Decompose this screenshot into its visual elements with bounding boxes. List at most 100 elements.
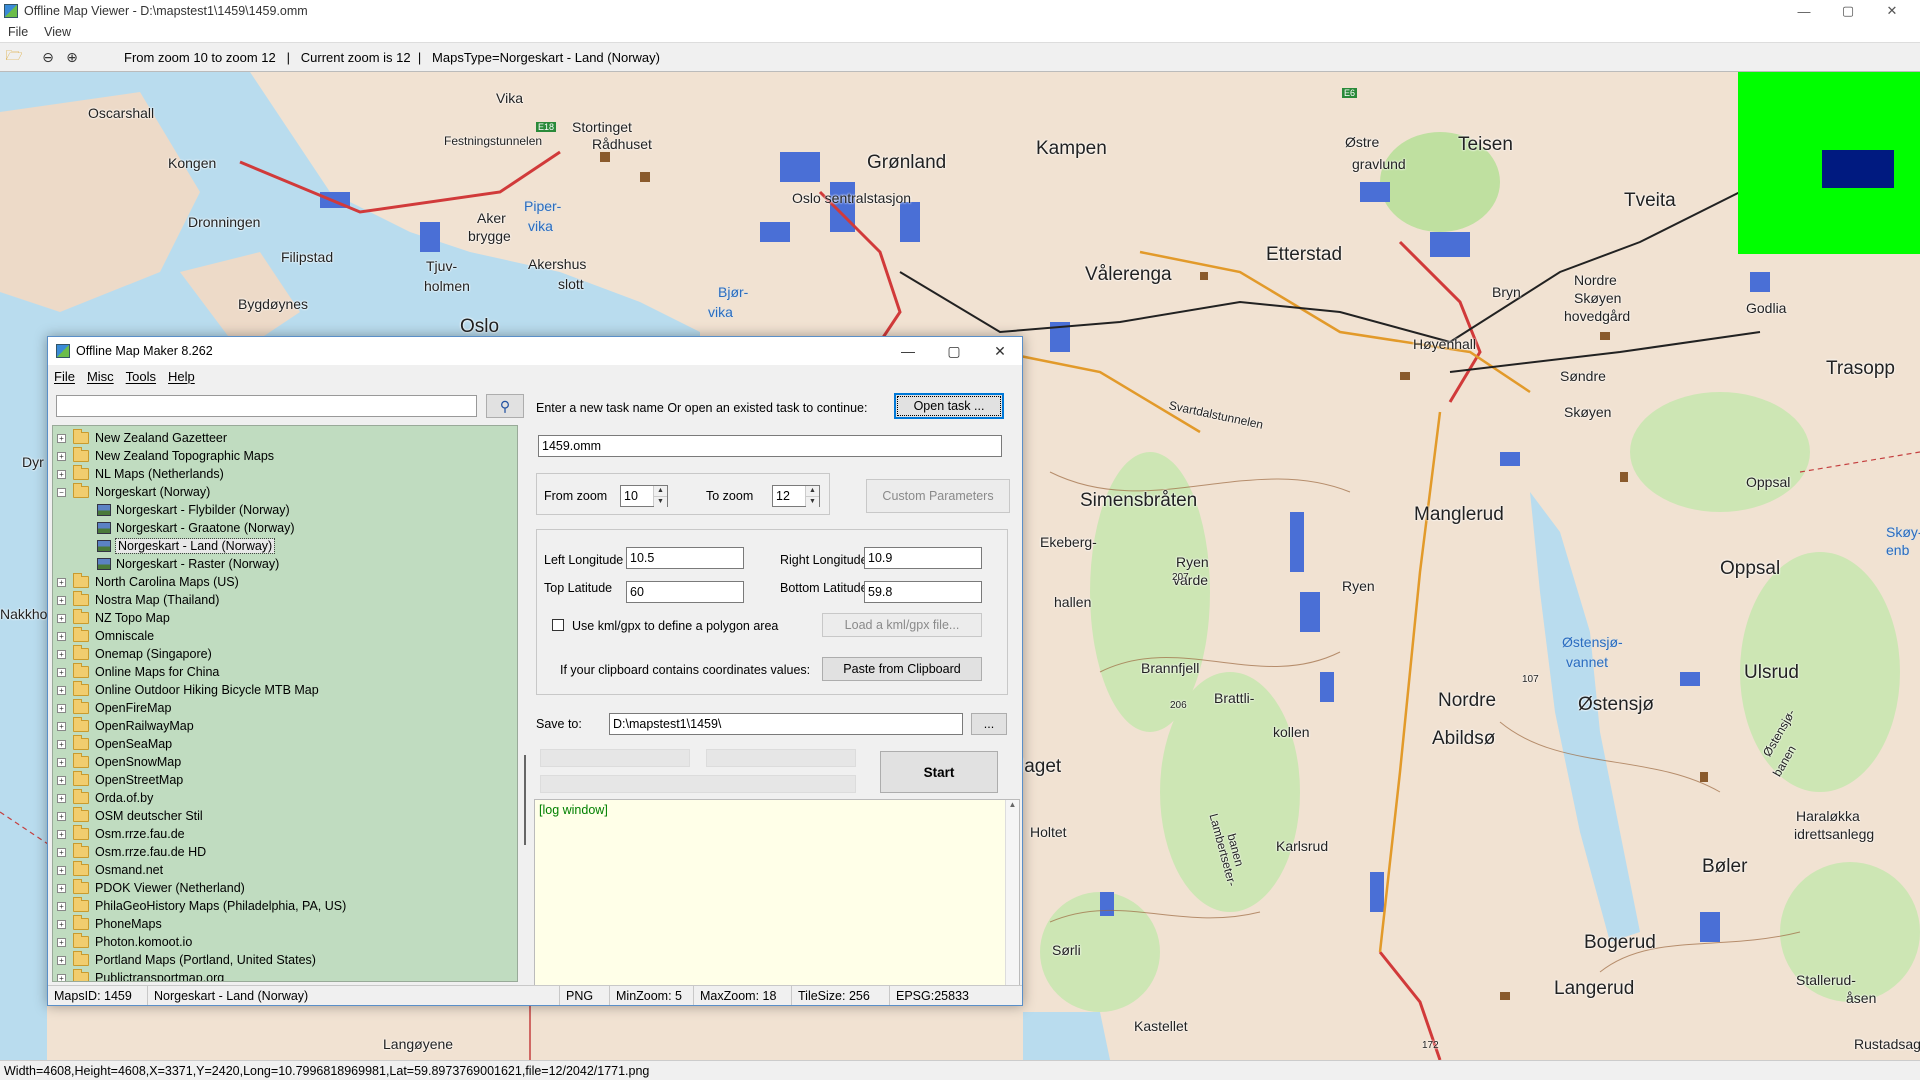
tree-scrollbar[interactable] <box>522 425 530 982</box>
tree-folder-item[interactable]: + Osmand.net <box>57 861 163 879</box>
spin-down-icon[interactable]: ▼ <box>654 497 667 507</box>
collapse-icon[interactable]: − <box>57 487 66 497</box>
tree-map-item[interactable]: Norgeskart - Flybilder (Norway) <box>97 501 290 519</box>
overview-minimap[interactable] <box>1738 72 1920 254</box>
expand-icon[interactable]: + <box>57 829 66 839</box>
expand-icon[interactable]: + <box>57 721 66 731</box>
expand-icon[interactable]: + <box>57 757 66 767</box>
expand-icon[interactable]: + <box>57 649 66 659</box>
tree-folder-item[interactable]: + NZ Topo Map <box>57 609 170 627</box>
expand-icon[interactable]: + <box>57 451 66 461</box>
to-zoom-spinner[interactable]: 12 ▲ ▼ <box>772 485 820 507</box>
expand-icon[interactable]: + <box>57 433 66 443</box>
tree-map-item[interactable]: Norgeskart - Land (Norway) <box>97 537 276 555</box>
tree-map-item[interactable]: Norgeskart - Raster (Norway) <box>97 555 279 573</box>
folder-open-icon[interactable]: 🗁 <box>4 47 24 67</box>
dialog-menu-help[interactable]: Help <box>168 369 195 384</box>
tree-folder-item[interactable]: + Onemap (Singapore) <box>57 645 212 663</box>
map-search-input[interactable] <box>56 395 477 417</box>
expand-icon[interactable]: + <box>57 847 66 857</box>
expand-icon[interactable]: + <box>57 775 66 785</box>
tree-folder-item[interactable]: + Publictransportmap.org <box>57 969 224 981</box>
expand-icon[interactable]: + <box>57 595 66 605</box>
tree-folder-item[interactable]: − Norgeskart (Norway) <box>57 483 210 501</box>
tree-map-item[interactable]: Norgeskart - Graatone (Norway) <box>97 519 295 537</box>
expand-icon[interactable]: + <box>57 703 66 713</box>
expand-icon[interactable]: + <box>57 469 66 479</box>
tree-folder-item[interactable]: + OpenSeaMap <box>57 735 172 753</box>
dialog-minimize-button[interactable]: — <box>886 337 930 365</box>
tree-folder-item[interactable]: + Online Outdoor Hiking Bicycle MTB Map <box>57 681 319 699</box>
open-task-button[interactable]: Open task ... <box>894 393 1004 419</box>
tree-folder-item[interactable]: + Nostra Map (Thailand) <box>57 591 219 609</box>
dialog-menu-misc[interactable]: Misc <box>87 369 114 384</box>
tree-folder-item[interactable]: + Osm.rrze.fau.de <box>57 825 185 843</box>
menu-file[interactable]: File <box>8 25 28 39</box>
tree-folder-item[interactable]: + PhoneMaps <box>57 915 162 933</box>
maximize-button[interactable]: ▢ <box>1826 0 1870 22</box>
tree-folder-item[interactable]: + North Carolina Maps (US) <box>57 573 239 591</box>
task-name-input[interactable]: 1459.omm <box>538 435 1002 457</box>
close-button[interactable]: ✕ <box>1870 0 1914 22</box>
tree-folder-item[interactable]: + Orda.of.by <box>57 789 153 807</box>
bottom-latitude-input[interactable]: 59.8 <box>864 581 982 603</box>
expand-icon[interactable]: + <box>57 973 66 981</box>
expand-icon[interactable]: + <box>57 667 66 677</box>
search-button[interactable]: ⚲ <box>486 394 524 418</box>
dialog-close-button[interactable]: ✕ <box>978 337 1022 365</box>
minimize-button[interactable]: — <box>1782 0 1826 22</box>
tree-folder-item[interactable]: + Online Maps for China <box>57 663 219 681</box>
log-scrollbar[interactable]: ▲ <box>1005 800 1019 994</box>
expand-icon[interactable]: + <box>57 793 66 803</box>
tree-folder-item[interactable]: + New Zealand Gazetteer <box>57 429 227 447</box>
right-longitude-input[interactable]: 10.9 <box>864 547 982 569</box>
dialog-menu-tools[interactable]: Tools <box>126 369 156 384</box>
zoom-out-icon[interactable]: ⊖ <box>38 47 58 67</box>
tree-folder-item[interactable]: + Portland Maps (Portland, United States) <box>57 951 316 969</box>
expand-icon[interactable]: + <box>57 883 66 893</box>
expand-icon[interactable]: + <box>57 865 66 875</box>
expand-icon[interactable]: + <box>57 613 66 623</box>
spin-down-icon[interactable]: ▼ <box>806 497 819 507</box>
expand-icon[interactable]: + <box>57 739 66 749</box>
tree-folder-item[interactable]: + Photon.komoot.io <box>57 933 192 951</box>
expand-icon[interactable]: + <box>57 955 66 965</box>
menu-view[interactable]: View <box>44 25 71 39</box>
tree-folder-item[interactable]: + OSM deutscher Stil <box>57 807 203 825</box>
tree-folder-item[interactable]: + PDOK Viewer (Netherland) <box>57 879 245 897</box>
paste-clipboard-button[interactable]: Paste from Clipboard <box>822 657 982 681</box>
scroll-up-icon[interactable]: ▲ <box>1006 800 1019 809</box>
expand-icon[interactable]: + <box>57 937 66 947</box>
spin-up-icon[interactable]: ▲ <box>806 486 819 497</box>
tree-folder-item[interactable]: + PhilaGeoHistory Maps (Philadelphia, PA,… <box>57 897 346 915</box>
from-zoom-spinner[interactable]: 10 ▲ ▼ <box>620 485 668 507</box>
left-longitude-input[interactable]: 10.5 <box>626 547 744 569</box>
tree-folder-item[interactable]: + NL Maps (Netherlands) <box>57 465 224 483</box>
tree-folder-item[interactable]: + Osm.rrze.fau.de HD <box>57 843 206 861</box>
custom-parameters-button[interactable]: Custom Parameters <box>866 479 1010 513</box>
tree-folder-item[interactable]: + OpenRailwayMap <box>57 717 194 735</box>
use-kml-checkbox[interactable] <box>552 619 564 631</box>
expand-icon[interactable]: + <box>57 919 66 929</box>
expand-icon[interactable]: + <box>57 685 66 695</box>
tree-folder-item[interactable]: + OpenStreetMap <box>57 771 183 789</box>
dialog-maximize-button[interactable]: ▢ <box>932 337 976 365</box>
tree-scroll-thumb[interactable] <box>524 755 526 845</box>
load-kml-button[interactable]: Load a kml/gpx file... <box>822 613 982 637</box>
save-path-input[interactable]: D:\mapstest1\1459\ <box>609 713 963 735</box>
expand-icon[interactable]: + <box>57 577 66 587</box>
expand-icon[interactable]: + <box>57 901 66 911</box>
tree-folder-item[interactable]: + New Zealand Topographic Maps <box>57 447 274 465</box>
dialog-menu-file[interactable]: File <box>54 369 75 384</box>
zoom-in-icon[interactable]: ⊕ <box>62 47 82 67</box>
expand-icon[interactable]: + <box>57 811 66 821</box>
tree-folder-item[interactable]: + Omniscale <box>57 627 154 645</box>
map-source-tree[interactable]: + New Zealand Gazetteer + New Zealand Topog… <box>52 425 518 982</box>
browse-button[interactable]: ... <box>971 713 1007 735</box>
tree-folder-item[interactable]: + OpenSnowMap <box>57 753 181 771</box>
start-button[interactable]: Start <box>880 751 998 793</box>
expand-icon[interactable]: + <box>57 631 66 641</box>
top-latitude-input[interactable]: 60 <box>626 581 744 603</box>
tree-folder-item[interactable]: + OpenFireMap <box>57 699 171 717</box>
overview-viewport[interactable] <box>1822 150 1894 188</box>
